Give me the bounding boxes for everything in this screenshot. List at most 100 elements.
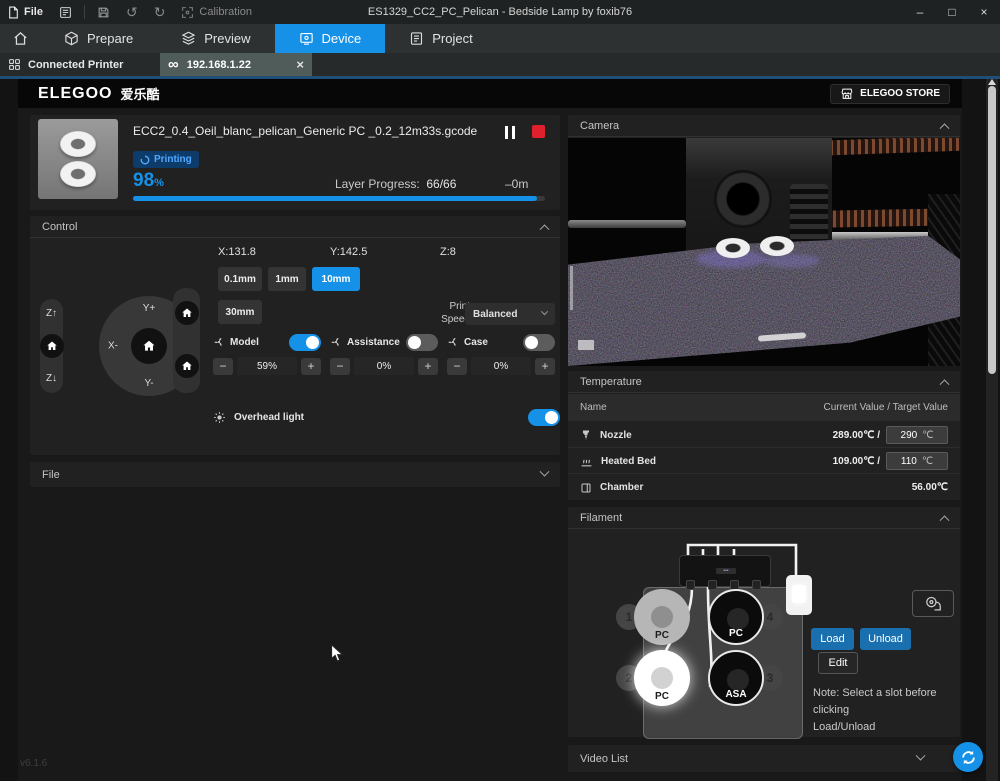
printer-ip-tab[interactable]: ∞ 192.168.1.22 × [160,53,312,76]
filament-header[interactable]: Filament [568,507,960,529]
col-value: Current Value / Target Value [823,402,948,413]
heated-bed-current: 109.00℃ / [833,456,880,467]
collapse-chevron-icon[interactable] [940,515,950,525]
home-z-button[interactable] [40,334,64,358]
position-z: Z:8 [440,246,456,258]
scrollbar-thumb[interactable] [988,86,996,374]
printer-tab-bar: Connected Printer ∞ 192.168.1.22 × [0,53,1000,76]
video-list-header[interactable]: Video List [568,745,960,772]
tab-project-label: Project [432,31,472,46]
model-fan-minus-button[interactable]: − [213,358,233,375]
filament-slot-3[interactable]: ASA [708,650,764,706]
slot-3-material: ASA [725,689,746,700]
overhead-light-toggle[interactable] [528,409,560,426]
elegoo-store-button[interactable]: ELEGOO STORE [830,84,950,104]
z-up-button[interactable]: Z↑ [46,308,57,319]
case-fan-toggle[interactable] [523,334,555,351]
model-fan-plus-button[interactable]: + [301,358,321,375]
stop-button[interactable] [532,125,545,138]
store-button-label: ELEGOO STORE [860,88,940,99]
heated-bed-target-input[interactable]: 110℃ [886,452,948,470]
nozzle-target-input[interactable]: 290℃ [886,426,948,444]
app-window: File ↺ ↻ Calibration ES1329_CC2_PC_Pelic… [0,0,1000,781]
chamber-current: 56.00℃ [912,482,948,493]
assistance-fan-plus-button[interactable]: + [418,358,438,375]
axis-home-pill [173,288,200,393]
minimize-button[interactable]: – [904,0,936,24]
home-all-button[interactable] [131,328,167,364]
temperature-header[interactable]: Temperature [568,371,960,393]
file-menu-button[interactable]: File [0,0,51,24]
step-10mm-button[interactable]: 10mm [312,267,360,291]
filament-note: Note: Select a slot before clicking Load… [813,685,963,736]
scrollbar-up-arrow[interactable] [988,79,996,85]
maximize-button[interactable]: □ [936,0,968,24]
connected-printer-label[interactable]: Connected Printer [0,58,160,71]
nozzle-icon [580,429,592,441]
camera-header[interactable]: Camera [568,115,960,137]
unload-button[interactable]: Unload [860,628,911,650]
close-button[interactable]: × [968,0,1000,24]
step-30mm-button[interactable]: 30mm [218,300,262,324]
chamber-icon [580,482,592,494]
step-1mm-button[interactable]: 1mm [268,267,306,291]
redo-button[interactable]: ↻ [146,0,174,24]
tab-preview-label: Preview [204,31,250,46]
tab-project[interactable]: Project [385,24,496,53]
home-tab[interactable] [0,24,40,53]
filament-slot-1[interactable]: PC [634,589,690,645]
control-header[interactable]: Control [30,216,560,238]
refresh-button[interactable] [953,742,983,772]
tab-preview[interactable]: Preview [157,24,274,53]
elegoo-logo: ELEGOO [38,85,112,103]
step-0.1mm-button[interactable]: 0.1mm [218,267,262,291]
model-fan-toggle[interactable] [289,334,321,351]
assistance-fan-toggle[interactable] [406,334,438,351]
position-x: X:131.8 [218,246,256,258]
slot-2-material: PC [655,691,669,702]
home-x-icon [181,307,193,319]
calibration-button[interactable]: Calibration [173,0,260,24]
control-card: Control X:131.8 Y:142.5 Z:8 0.1mm 1mm 10… [30,216,560,455]
printed-part-ring [760,236,794,256]
expand-chevron-icon[interactable] [916,751,926,761]
edit-button[interactable]: Edit [818,652,858,674]
z-down-button[interactable]: Z↓ [46,373,57,384]
video-list-title: Video List [580,753,628,765]
printer-tab-close-icon[interactable]: × [296,57,304,72]
print-progress-bar [133,196,545,201]
tab-device[interactable]: Device [275,24,386,53]
heated-bed-row: Heated Bed 109.00℃ / 110℃ [568,449,960,474]
assistance-fan-label: Assistance [347,337,400,348]
printer-ip-label: 192.168.1.22 [187,59,251,71]
expand-chevron-icon[interactable] [540,467,550,477]
collapse-chevron-icon[interactable] [940,123,950,133]
y-minus-button[interactable]: Y- [144,378,153,389]
filament-settings-button[interactable] [912,590,954,617]
case-fan-plus-button[interactable]: + [535,358,555,375]
overhead-light-row: Overhead light [213,401,560,433]
filament-slot-2[interactable]: PC [634,650,690,706]
file-section-header[interactable]: File [30,462,560,487]
home-x-button[interactable] [175,301,199,325]
undo-button[interactable]: ↺ [118,0,146,24]
save-button[interactable] [89,0,118,24]
load-button[interactable]: Load [811,628,854,650]
filament-slot-4[interactable]: PC [708,589,764,645]
heated-bed-icon [580,455,593,468]
case-fan-minus-button[interactable]: − [447,358,467,375]
notes-button[interactable] [51,0,80,24]
print-speed-select[interactable]: Balanced [465,303,555,325]
collapse-chevron-icon[interactable] [940,379,950,389]
y-plus-button[interactable]: Y+ [143,303,156,314]
project-icon [409,31,424,46]
home-y-button[interactable] [175,354,199,378]
pause-button[interactable] [500,124,520,140]
slot-1-material: PC [655,630,669,641]
x-minus-button[interactable]: X- [108,341,118,352]
collapse-chevron-icon[interactable] [540,224,550,234]
tab-prepare[interactable]: Prepare [40,24,157,53]
video-list-card: Video List [568,745,960,772]
fan-icon [213,336,225,348]
assistance-fan-minus-button[interactable]: − [330,358,350,375]
